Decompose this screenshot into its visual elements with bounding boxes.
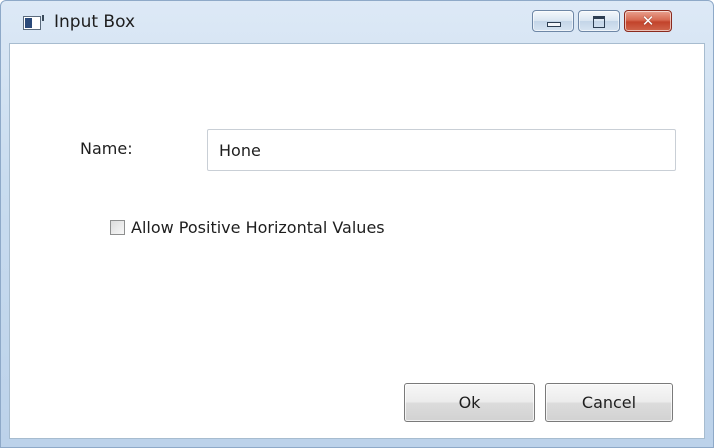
close-icon: ✕	[641, 12, 655, 30]
name-label: Name:	[80, 139, 133, 158]
ok-button[interactable]: Ok	[404, 383, 535, 422]
maximize-icon	[593, 16, 605, 28]
input-box-window: Input Box ✕ Name: Allow Positive Horizon…	[0, 0, 714, 448]
name-input[interactable]	[207, 129, 676, 171]
allow-positive-horizontal-checkbox[interactable]	[110, 220, 125, 235]
minimize-button[interactable]	[532, 10, 574, 32]
window-title: Input Box	[54, 12, 136, 32]
title-bar[interactable]: Input Box ✕	[1, 1, 713, 43]
cancel-button[interactable]: Cancel	[545, 383, 673, 422]
dialog-content: Name: Allow Positive Horizontal Values O…	[9, 43, 705, 439]
allow-positive-horizontal-label[interactable]: Allow Positive Horizontal Values	[131, 218, 385, 237]
maximize-button[interactable]	[578, 10, 620, 32]
close-button[interactable]: ✕	[624, 10, 672, 32]
minimize-icon	[547, 22, 561, 27]
application-window-icon	[23, 15, 44, 30]
